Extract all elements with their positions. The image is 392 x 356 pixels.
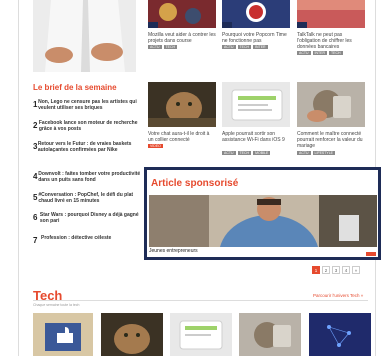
page-1[interactable]: 1 <box>312 266 320 274</box>
sponsored-title[interactable]: Article sponsorisé <box>151 178 238 189</box>
top-tags-1: ACTU TECH <box>148 45 178 49</box>
tag[interactable]: ACTU <box>297 51 311 55</box>
brief-item-6[interactable]: 6 Star Wars : pourquoi Disney a déjà gagn… <box>33 212 143 224</box>
page-4[interactable]: 4 <box>342 266 350 274</box>
pagination: 1 2 3 4 » <box>312 266 360 274</box>
brief-item-4[interactable]: 4 Downvolt : faites tomber votre producti… <box>33 171 143 183</box>
brief-text[interactable]: Retour vers le Futur : de vraies baskets… <box>38 141 143 153</box>
sponsored-caption[interactable]: Jeunes entrepreneurs <box>149 248 198 254</box>
top-thumb-1[interactable] <box>148 0 216 28</box>
hero-image[interactable] <box>33 0 136 72</box>
tag[interactable]: ACTU <box>148 45 162 49</box>
mid-thumb-2[interactable] <box>222 82 290 127</box>
brief-text[interactable]: Facebook lance son moteur de recherche g… <box>39 120 143 132</box>
mid-tags-2: ACTU TECH MOBILE <box>222 151 271 155</box>
top-tags-3: ACTU INTER TECH <box>297 51 343 55</box>
brief-text[interactable]: #Conversation : PopChef, le défi du plat… <box>38 192 143 204</box>
brief-text[interactable]: Downvolt : faites tomber votre productiv… <box>38 171 143 183</box>
mid-tags-1: VIDEO <box>148 144 163 148</box>
brief-item-2[interactable]: 2 Facebook lance son moteur de recherche … <box>33 120 143 132</box>
tag[interactable]: TECH <box>163 45 178 49</box>
page-next[interactable]: » <box>352 266 360 274</box>
mid-caption-1[interactable]: Votre chat aura-t-il le droit à un colli… <box>148 131 216 143</box>
brief-num: 7 <box>33 236 38 245</box>
brief-num: 6 <box>33 213 38 222</box>
tag[interactable]: LIFESTYLE <box>312 151 336 155</box>
mid-thumb-1[interactable] <box>148 82 216 127</box>
mid-caption-3[interactable]: Comment le maître connecté pourrait renf… <box>297 131 365 149</box>
tag[interactable]: TECH <box>237 151 252 155</box>
tech-thumb-1[interactable] <box>33 313 93 356</box>
sponsored-marker <box>366 252 376 256</box>
brief-title: Le brief de la semaine <box>33 83 117 92</box>
tag[interactable]: ACTU <box>297 151 311 155</box>
tag[interactable]: INTER <box>253 45 268 49</box>
tag[interactable]: TECH <box>237 45 252 49</box>
top-thumb-2[interactable] <box>222 0 290 28</box>
section-divider <box>33 300 368 301</box>
top-tags-2: ACTU TECH INTER <box>222 45 268 49</box>
tag[interactable]: VIDEO <box>148 144 163 148</box>
tech-thumb-5[interactable] <box>309 313 371 356</box>
tag[interactable]: MOBILE <box>253 151 271 155</box>
mid-thumb-3[interactable] <box>297 82 365 127</box>
mid-caption-2[interactable]: Apple pourrait sortir son assistance Wi-… <box>222 131 290 143</box>
brief-item-5[interactable]: 5 #Conversation : PopChef, le défi du pla… <box>33 192 143 204</box>
brief-text[interactable]: Non, Lego ne censure pas les artistes qu… <box>38 99 143 111</box>
tech-more-link[interactable]: Parcourir l'univers Tech » <box>313 293 363 298</box>
brief-text[interactable]: Profession : détective céleste <box>41 235 111 245</box>
top-caption-2[interactable]: Pourquoi votre Popcorn Time ne fonctionn… <box>222 32 290 44</box>
top-thumb-3[interactable] <box>297 0 365 28</box>
tag[interactable]: INTER <box>312 51 328 55</box>
sponsored-image[interactable] <box>149 195 377 247</box>
mid-tags-3: ACTU LIFESTYLE <box>297 151 336 155</box>
tag[interactable]: ACTU <box>222 45 236 49</box>
tech-thumb-4[interactable] <box>239 313 301 356</box>
tech-thumb-3[interactable] <box>170 313 232 356</box>
brief-item-3[interactable]: 3 Retour vers le Futur : de vraies basket… <box>33 141 143 153</box>
top-caption-3[interactable]: TalkTalk ne peut pas l'obligation de chi… <box>297 32 365 50</box>
tech-section-subtitle: Chaque semaine toute la tech <box>33 303 80 307</box>
tag[interactable]: TECH <box>329 51 343 55</box>
page-2[interactable]: 2 <box>322 266 330 274</box>
top-caption-1[interactable]: Mozilla veut aider à contrer les projets… <box>148 32 216 44</box>
sponsored-article[interactable]: Article sponsorisé Jeunes entrepreneurs <box>144 167 381 260</box>
tag[interactable]: ACTU <box>222 151 236 155</box>
brief-item-7[interactable]: 7 Profession : détective céleste <box>33 235 143 245</box>
brief-item-1[interactable]: 1 Non, Lego ne censure pas les artistes q… <box>33 99 143 111</box>
brief-text[interactable]: Star Wars : pourquoi Disney a déjà gagné… <box>40 212 143 224</box>
page-3[interactable]: 3 <box>332 266 340 274</box>
tech-thumb-2[interactable] <box>101 313 163 356</box>
